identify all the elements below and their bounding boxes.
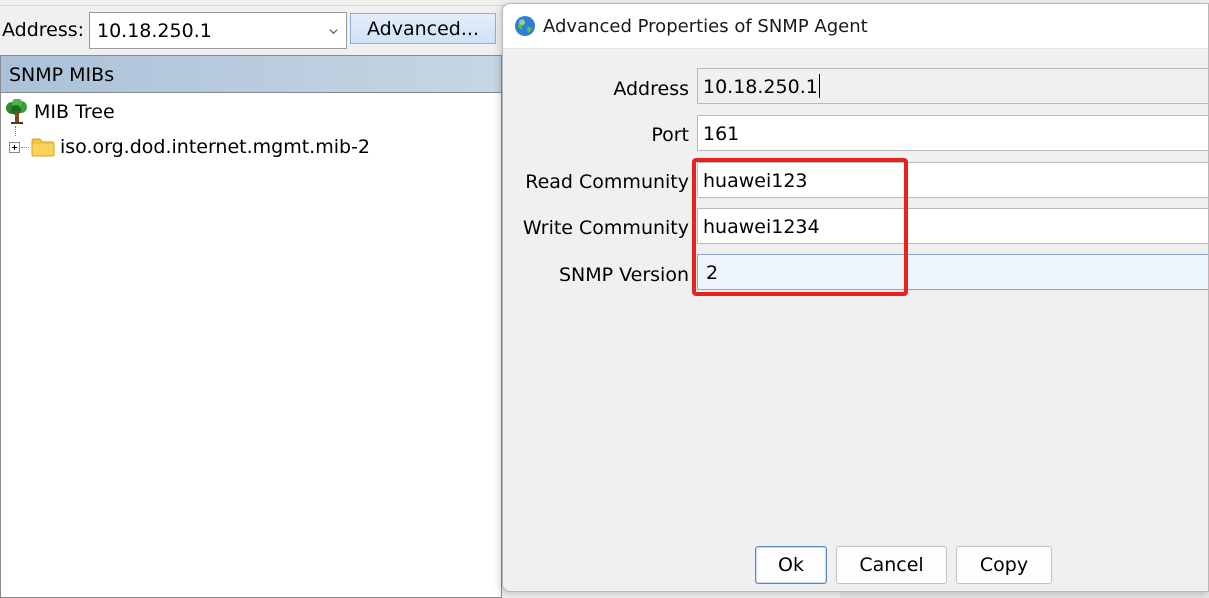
ok-button[interactable]: Ok	[755, 546, 827, 584]
mib-panel: SNMP MIBs MIB Tree iso.org.dod.internet.…	[0, 55, 502, 598]
read-community-value: huawei123	[703, 170, 808, 192]
cancel-button[interactable]: Cancel	[836, 546, 947, 584]
write-community-label: Write Community	[522, 217, 689, 239]
write-community-value: huawei1234	[703, 216, 820, 238]
address-combo[interactable]: 10.18.250.1	[89, 12, 347, 49]
snmp-version-field[interactable]: 2	[697, 254, 1208, 290]
port-field-value: 161	[703, 123, 740, 145]
port-field[interactable]: 161	[697, 115, 1208, 151]
address-combo-value: 10.18.250.1	[97, 20, 212, 42]
folder-icon	[31, 138, 55, 156]
read-community-field[interactable]: huawei123	[697, 162, 1208, 198]
mib-panel-title: SNMP MIBs	[9, 64, 115, 86]
tree-root-label: MIB Tree	[34, 101, 115, 123]
tree-root-node[interactable]: MIB Tree	[4, 99, 115, 125]
write-community-field[interactable]: huawei1234	[697, 208, 1208, 244]
dialog-titlebar[interactable]: Advanced Properties of SNMP Agent	[503, 4, 1208, 49]
tree-icon	[6, 99, 27, 124]
tree-connector	[21, 146, 29, 148]
chevron-down-icon[interactable]	[329, 27, 338, 36]
address-field-label: Address	[613, 78, 689, 100]
advanced-properties-dialog: Advanced Properties of SNMP Agent Addres…	[502, 3, 1209, 592]
read-community-label: Read Community	[525, 171, 689, 193]
plus-expander-icon[interactable]	[9, 141, 20, 153]
window-top-strip	[0, 0, 520, 6]
copy-button[interactable]: Copy	[956, 546, 1052, 584]
text-caret	[818, 73, 820, 98]
port-field-label: Port	[651, 124, 689, 146]
tree-node-label: iso.org.dod.internet.mgmt.mib-2	[60, 136, 371, 158]
tree-node-mib-2[interactable]: iso.org.dod.internet.mgmt.mib-2	[9, 134, 370, 160]
snmp-version-label: SNMP Version	[558, 264, 689, 286]
address-label: Address:	[2, 19, 85, 41]
globe-icon	[515, 16, 535, 36]
address-field[interactable]: 10.18.250.1	[697, 68, 1208, 104]
dialog-title: Advanced Properties of SNMP Agent	[543, 16, 868, 37]
advanced-button[interactable]: Advanced...	[350, 13, 496, 44]
address-field-value: 10.18.250.1	[703, 73, 820, 98]
mib-panel-header: SNMP MIBs	[1, 56, 501, 93]
snmp-version-value: 2	[706, 262, 719, 284]
